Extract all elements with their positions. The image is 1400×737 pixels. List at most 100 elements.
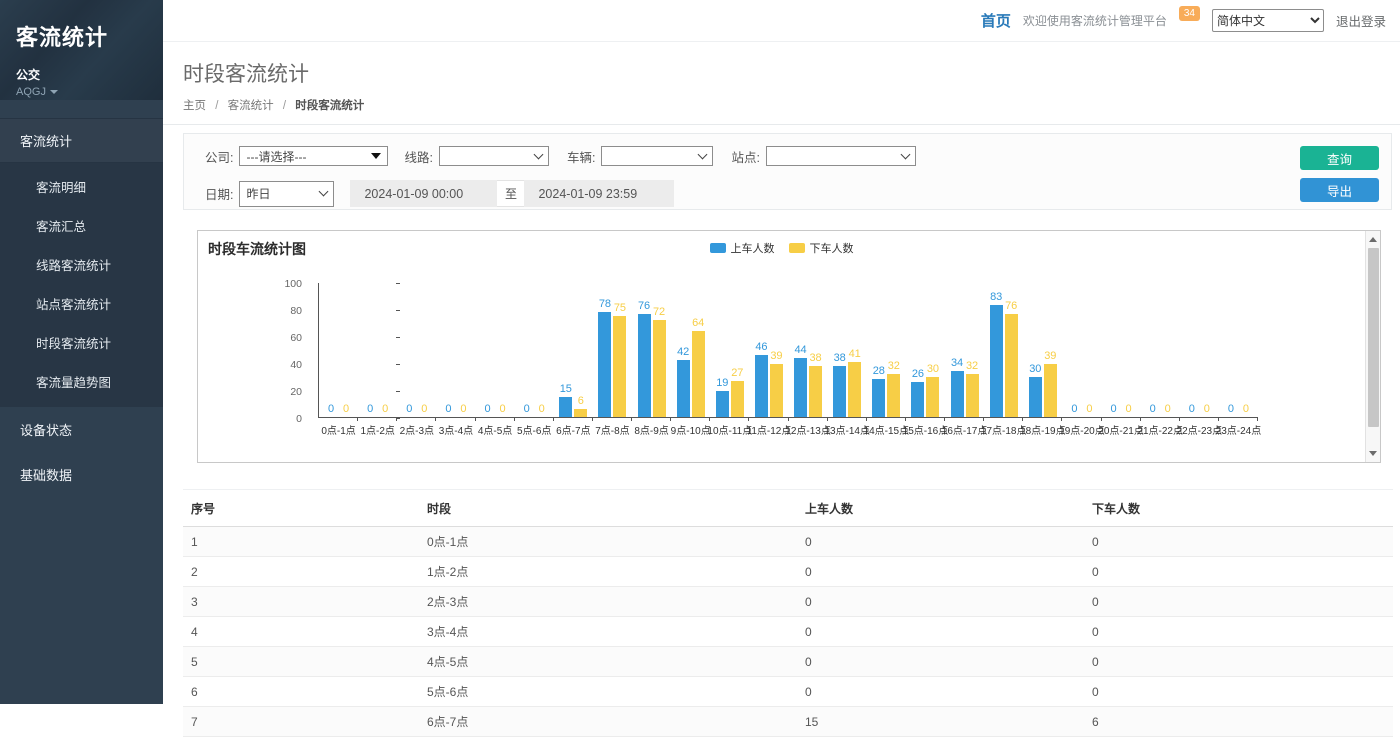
vehicle-select[interactable] — [601, 146, 713, 166]
bar-value-label: 32 — [966, 360, 978, 372]
scroll-up-icon[interactable] — [1366, 232, 1380, 247]
table-cell: 0点-1点 — [419, 527, 797, 557]
date-to-input[interactable]: 2024-01-09 23:59 — [524, 180, 674, 207]
station-label: 站点: — [731, 147, 759, 166]
bar-value-label: 0 — [343, 403, 349, 415]
bar-group: 192710点-11点 — [710, 283, 749, 417]
bar-value-label: 0 — [382, 403, 388, 415]
bar-value-label: 76 — [638, 300, 650, 312]
language-select[interactable]: 简体中文 — [1212, 9, 1324, 32]
sidebar-item[interactable]: 设备状态 — [0, 407, 163, 452]
sidebar-subitem[interactable]: 客流明细 — [0, 167, 163, 206]
scroll-down-icon[interactable] — [1366, 446, 1380, 461]
bar: 19 — [716, 391, 729, 417]
line-select[interactable] — [439, 146, 549, 166]
sidebar-subitem[interactable]: 线路客流统计 — [0, 245, 163, 284]
bar-value-label: 42 — [677, 346, 689, 358]
bar-group: 443812点-13点 — [789, 283, 828, 417]
bar-value-label: 0 — [1086, 403, 1092, 415]
line-label: 线路: — [404, 147, 432, 166]
x-axis-tick — [396, 417, 397, 421]
table-row: 10点-1点00 — [183, 527, 1393, 557]
bar-value-label: 26 — [912, 368, 924, 380]
page-heading: 时段客流统计 主页 / 客流统计 / 时段客流统计 — [163, 42, 1400, 125]
sidebar-subitem[interactable]: 客流量趋势图 — [0, 362, 163, 401]
table-header-row: 序号 时段 上车人数 下车人数 — [183, 490, 1393, 527]
date-preset-select[interactable]: 昨日 — [239, 181, 334, 207]
bar: 30 — [1029, 377, 1042, 418]
bar-value-label: 39 — [770, 350, 782, 362]
table-row: 76点-7点156 — [183, 707, 1393, 737]
bar-value-label: 46 — [755, 341, 767, 353]
company-select[interactable]: ---请选择--- — [239, 146, 388, 166]
sidebar-subitem[interactable]: 站点客流统计 — [0, 284, 163, 323]
sidebar-logo-block: 客流统计 公交 AQGJ — [0, 0, 163, 100]
table-cell: 0 — [797, 557, 1084, 587]
table-cell: 15 — [797, 707, 1084, 737]
search-button[interactable]: 查询 — [1300, 146, 1379, 170]
date-label: 日期: — [205, 184, 233, 203]
x-axis-tick-label: 7点-8点 — [595, 422, 629, 437]
chevron-down-icon — [319, 187, 329, 197]
breadcrumb-home[interactable]: 主页 — [183, 100, 206, 112]
home-link[interactable]: 首页 — [981, 10, 1011, 31]
period-stats-table: 序号 时段 上车人数 下车人数 10点-1点0021点-2点0032点-3点00… — [183, 489, 1393, 737]
table-cell: 1点-2点 — [419, 557, 797, 587]
bar-value-label: 0 — [1189, 403, 1195, 415]
bar-value-label: 38 — [834, 352, 846, 364]
breadcrumb-passenger-stats[interactable]: 客流统计 — [228, 100, 274, 112]
bar: 64 — [692, 331, 705, 417]
y-axis-tick-label: 60 — [272, 332, 302, 344]
col-header-period: 时段 — [419, 490, 797, 527]
bar-value-label: 0 — [1111, 403, 1117, 415]
notification-badge[interactable]: 34 — [1179, 6, 1200, 21]
bar-group: 343216点-17点 — [945, 283, 984, 417]
sidebar-item[interactable]: 基础数据 — [0, 452, 163, 497]
bar: 83 — [990, 305, 1003, 417]
table-cell: 4 — [183, 617, 419, 647]
col-header-boarding: 上车人数 — [797, 490, 1084, 527]
table-cell: 6 — [183, 677, 419, 707]
x-axis-tick — [1101, 417, 1102, 421]
bar-value-label: 38 — [809, 352, 821, 364]
x-axis-tick-label: 0点-1点 — [321, 422, 355, 437]
bar-value-label: 83 — [990, 291, 1002, 303]
bar-value-label: 44 — [794, 344, 806, 356]
table-cell: 5点-6点 — [419, 677, 797, 707]
x-axis-tick — [514, 417, 515, 421]
org-code-dropdown[interactable]: AQGJ — [16, 86, 147, 98]
bar-value-label: 39 — [1044, 350, 1056, 362]
x-axis-tick — [944, 417, 945, 421]
x-axis-tick — [983, 417, 984, 421]
bar: 72 — [653, 320, 666, 417]
bar-value-label: 0 — [460, 403, 466, 415]
bar-group: 005点-6点 — [515, 283, 554, 417]
table-cell: 0 — [797, 617, 1084, 647]
x-axis-tick-label: 4点-5点 — [478, 422, 512, 437]
chart-vertical-scrollbar[interactable] — [1365, 231, 1380, 462]
bar: 30 — [926, 377, 939, 418]
table-cell: 0 — [1084, 557, 1393, 587]
bar-value-label: 0 — [445, 403, 451, 415]
sidebar-subitem[interactable]: 客流汇总 — [0, 206, 163, 245]
table-cell: 0 — [1084, 617, 1393, 647]
logout-link[interactable]: 退出登录 — [1336, 11, 1386, 30]
export-button[interactable]: 导出 — [1300, 178, 1379, 202]
chart-panel: 时段车流统计图 上车人数下车人数 020406080100 000点-1点001… — [197, 230, 1381, 463]
legend-item[interactable]: 上车人数 — [710, 240, 775, 256]
sidebar-subitem[interactable]: 时段客流统计 — [0, 323, 163, 362]
bar-group: 000点-1点 — [319, 283, 358, 417]
bar: 75 — [613, 316, 626, 417]
legend-item[interactable]: 下车人数 — [789, 240, 854, 256]
bar-value-label: 0 — [1071, 403, 1077, 415]
legend-swatch — [789, 243, 805, 253]
date-from-input[interactable]: 2024-01-09 00:00 — [350, 180, 497, 207]
table-row: 54点-5点00 — [183, 647, 1393, 677]
scrollbar-thumb[interactable] — [1368, 248, 1379, 427]
x-axis-tick — [905, 417, 906, 421]
filter-panel: 公司: ---请选择--- 线路: 车辆: 站点: 日期: 昨日 2024-01… — [183, 133, 1392, 210]
x-axis-tick — [748, 417, 749, 421]
chart-legend: 上车人数下车人数 — [198, 240, 1365, 256]
station-select[interactable] — [766, 146, 916, 166]
sidebar-item-passenger-stats[interactable]: 客流统计 — [0, 118, 163, 163]
